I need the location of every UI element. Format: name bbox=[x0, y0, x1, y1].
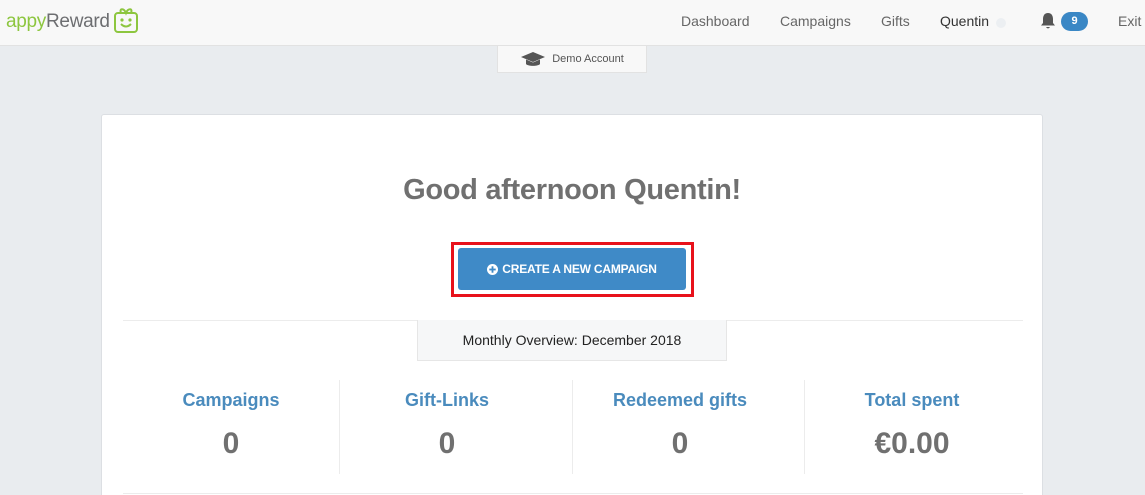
monthly-overview-label: Monthly Overview: December 2018 bbox=[462, 332, 682, 348]
section-divider-bottom bbox=[123, 493, 1023, 494]
create-campaign-button[interactable]: CREATE A NEW CAMPAIGN bbox=[458, 248, 686, 290]
nav-dashboard[interactable]: Dashboard bbox=[681, 13, 750, 29]
brand-logo[interactable]: appyReward bbox=[6, 4, 139, 40]
stat-label: Gift-Links bbox=[405, 390, 489, 410]
bell-icon[interactable] bbox=[1038, 11, 1058, 31]
plus-circle-icon bbox=[487, 263, 499, 275]
stats-row: Campaigns 0 Gift-Links 0 Redeemed gifts … bbox=[123, 380, 1023, 474]
top-navbar: appyReward Dashboard Campaigns Gifts Que… bbox=[0, 0, 1145, 46]
stat-value: 0 bbox=[671, 427, 689, 460]
monthly-overview-tab: Monthly Overview: December 2018 bbox=[417, 320, 727, 361]
stat-value: €0.00 bbox=[874, 427, 950, 460]
stat-value: 0 bbox=[438, 427, 456, 460]
logo-text: appyReward bbox=[6, 11, 110, 32]
stat-label: Total spent bbox=[864, 390, 960, 410]
create-campaign-label: CREATE A NEW CAMPAIGN bbox=[502, 262, 657, 276]
notification-badge[interactable]: 9 bbox=[1061, 12, 1088, 31]
nav-exit[interactable]: Exit bbox=[1118, 13, 1141, 29]
demo-account-tab: Demo Account bbox=[497, 46, 647, 73]
demo-account-label: Demo Account bbox=[552, 53, 624, 65]
stat-label: Redeemed gifts bbox=[612, 390, 748, 410]
nav-gifts[interactable]: Gifts bbox=[881, 13, 910, 29]
stat-label: Campaigns bbox=[182, 390, 280, 410]
stat-gift-links: Gift-Links 0 bbox=[339, 380, 555, 474]
nav-campaigns[interactable]: Campaigns bbox=[780, 13, 851, 29]
gift-smiley-icon bbox=[113, 8, 138, 33]
dashboard-card: Good afternoon Quentin! CREATE A NEW CAM… bbox=[101, 114, 1043, 495]
greeting-heading: Good afternoon Quentin! bbox=[403, 174, 741, 206]
stat-value: 0 bbox=[222, 427, 240, 460]
user-avatar[interactable] bbox=[996, 18, 1006, 28]
stat-campaigns: Campaigns 0 bbox=[123, 380, 339, 474]
stat-redeemed-gifts: Redeemed gifts 0 bbox=[572, 380, 788, 474]
stat-total-spent: Total spent €0.00 bbox=[804, 380, 1020, 474]
graduation-cap-icon bbox=[521, 52, 546, 66]
nav-user-menu[interactable]: Quentin bbox=[940, 13, 989, 29]
